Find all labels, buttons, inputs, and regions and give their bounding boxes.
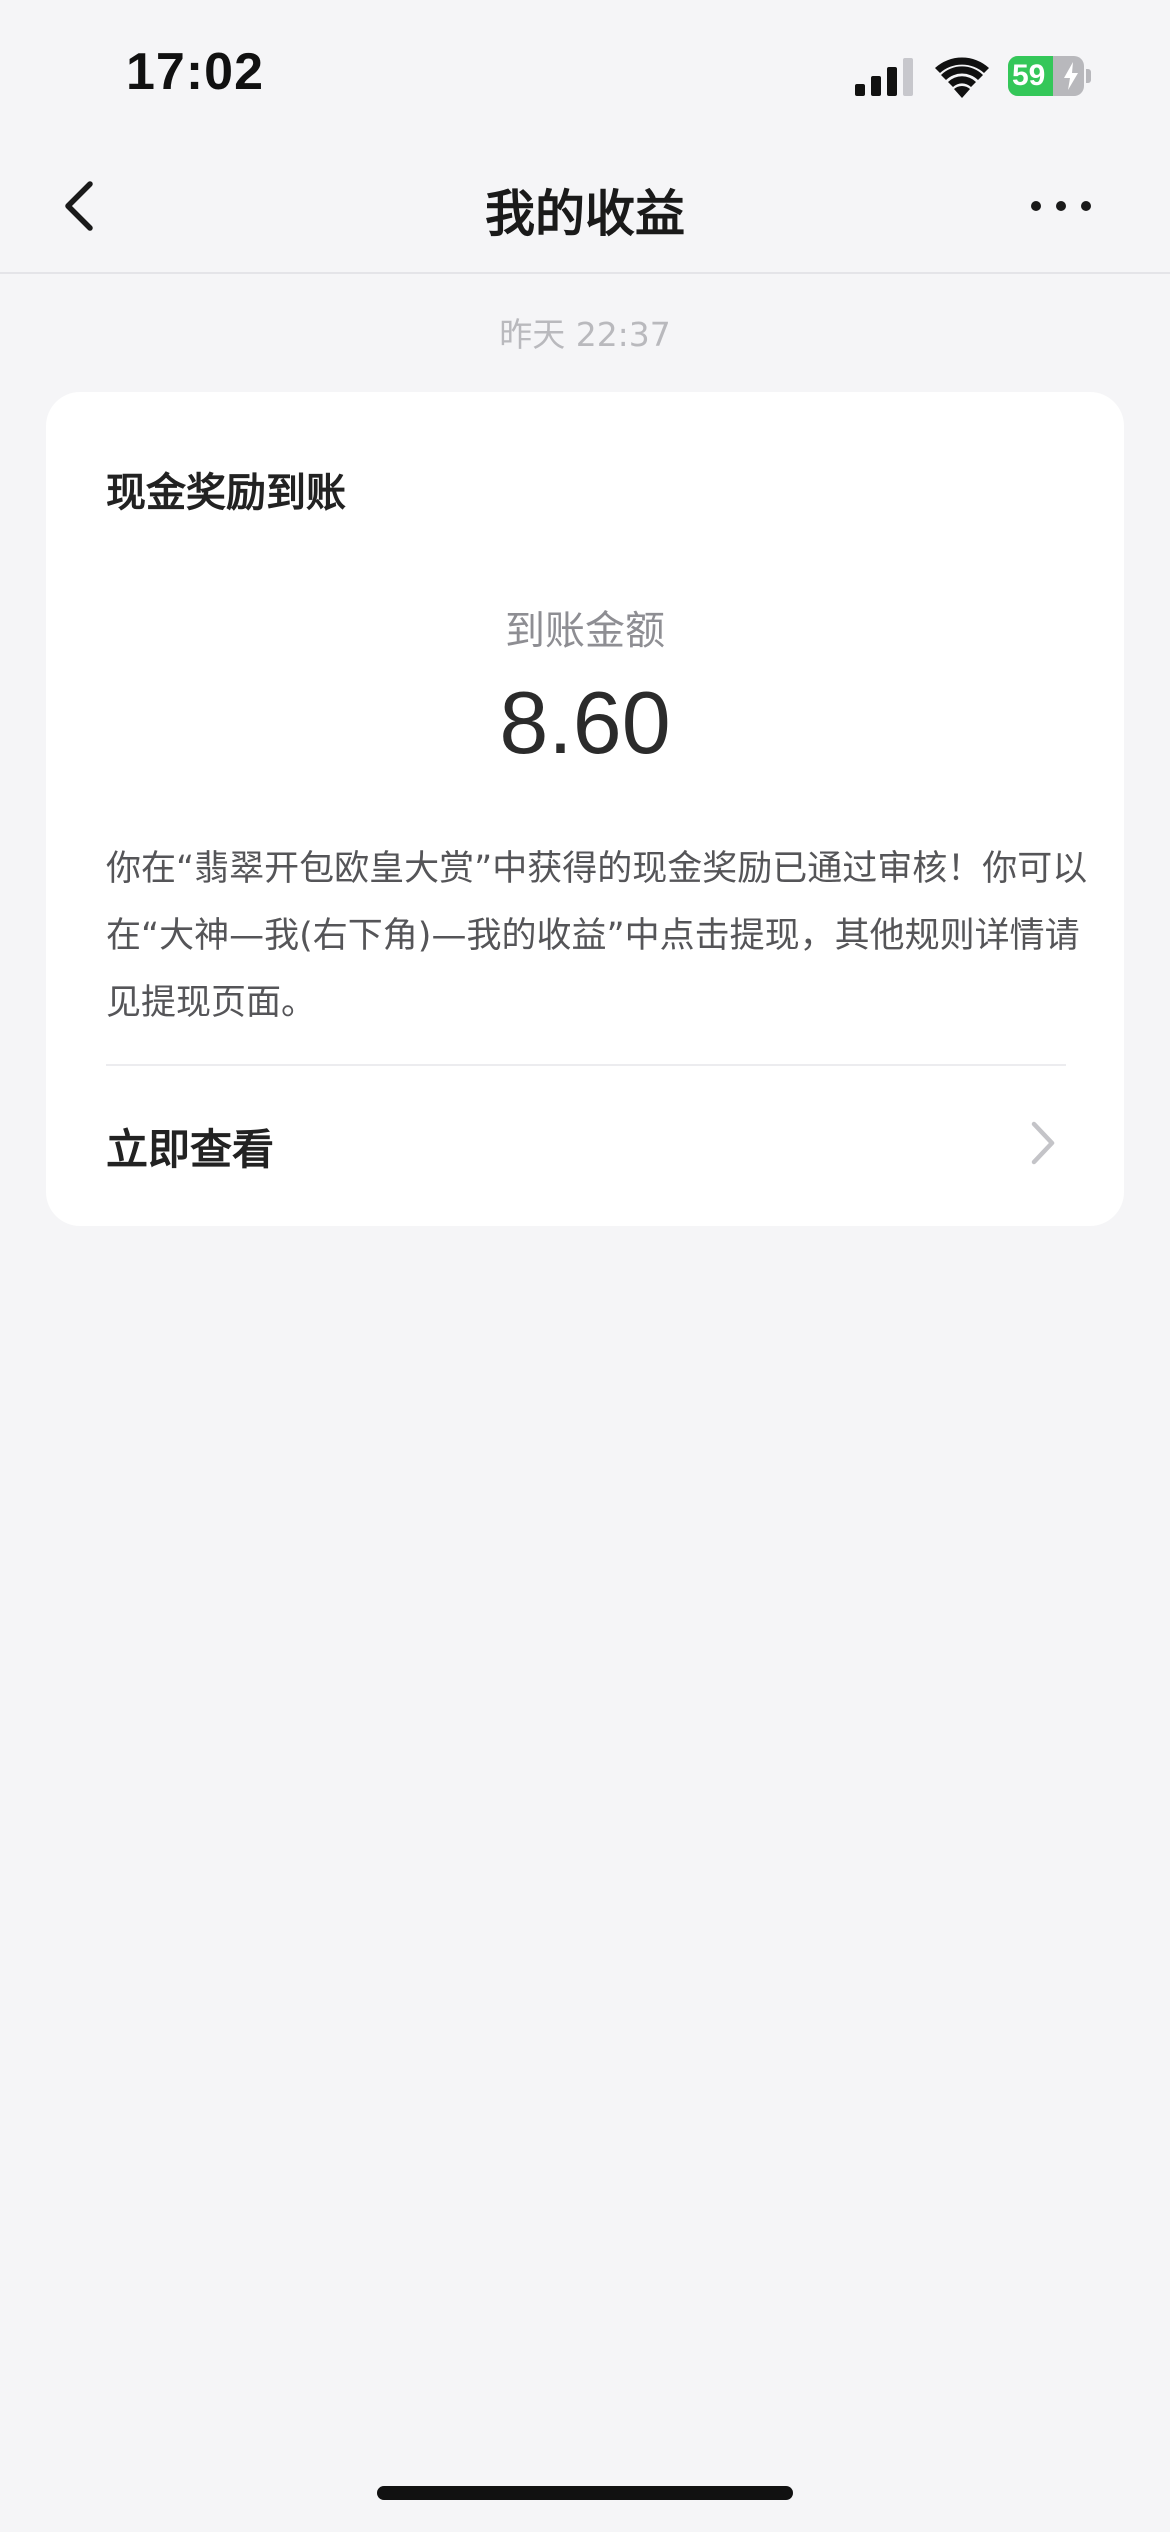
battery-level: 59: [1012, 59, 1046, 92]
battery-indicator: 59: [1008, 56, 1092, 96]
view-now-label: 立即查看: [106, 1125, 275, 1174]
battery-body: 59: [1008, 56, 1084, 96]
card-description: 你在“翡翠开包欧皇大赏”中获得的现金奖励已通过审核！你可以在“大神—我(右下角)…: [106, 849, 1088, 1023]
status-time: 17:02: [126, 43, 264, 101]
battery-tip: [1086, 69, 1091, 83]
view-now-button[interactable]: 立即查看: [46, 1066, 1124, 1226]
card-title: 现金奖励到账: [106, 470, 346, 516]
message-timestamp: 昨天 22:37: [499, 315, 671, 354]
wifi-icon: [935, 57, 989, 98]
reward-notification-card: 现金奖励到账 到账金额 8.60 你在“翡翠开包欧皇大赏”中获得的现金奖励已通过…: [46, 392, 1124, 1226]
amount-label: 到账金额: [505, 608, 665, 654]
home-indicator[interactable]: [377, 2486, 793, 2500]
page-title: 我的收益: [485, 185, 685, 243]
nav-bar: 我的收益: [0, 140, 1170, 274]
chevron-right-icon: [1031, 1121, 1055, 1165]
amount-value: 8.60: [499, 673, 671, 772]
more-icon[interactable]: [1026, 188, 1096, 224]
cellular-signal-icon: [855, 58, 913, 96]
charging-bolt-icon: [1064, 62, 1078, 90]
status-bar: 17:02 59: [0, 0, 1170, 140]
